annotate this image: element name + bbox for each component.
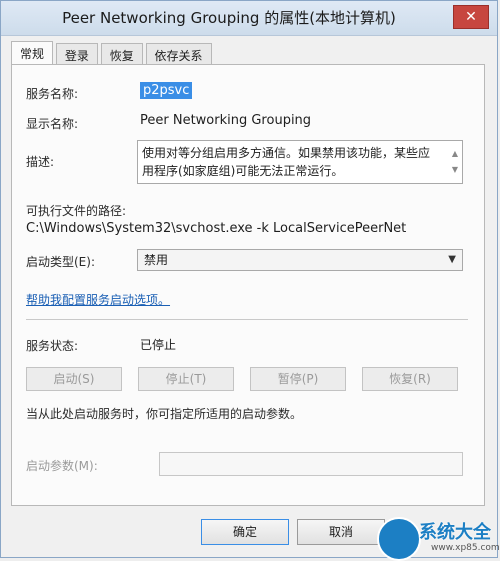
startup-type-value: 禁用 (144, 253, 169, 267)
display-name-value[interactable]: Peer Networking Grouping (140, 113, 311, 128)
service-name-value[interactable]: p2psvc (140, 82, 193, 99)
start-params-hint: 当从此处启动服务时，你可指定所适用的启动参数。 (26, 407, 303, 421)
window-title: Peer Networking Grouping 的属性(本地计算机) (62, 9, 396, 27)
title-bar: Peer Networking Grouping 的属性(本地计算机) ✕ (1, 1, 497, 36)
startup-type-label: 启动类型(E): (26, 255, 95, 269)
description-box[interactable]: 使用对等分组启用多方通信。如果禁用该功能，某些应用程序(如家庭组)可能无法正常运… (137, 140, 463, 184)
chevron-down-icon: ▼ (448, 254, 456, 265)
startup-type-select[interactable]: 禁用 ▼ (137, 249, 463, 271)
properties-dialog: Peer Networking Grouping 的属性(本地计算机) ✕ 常规… (0, 0, 500, 561)
description-text: 使用对等分组启用多方通信。如果禁用该功能，某些应用程序(如家庭组)可能无法正常运… (142, 146, 431, 178)
start-params-input[interactable] (159, 452, 463, 476)
cancel-button[interactable]: 取消 (297, 519, 385, 545)
site-watermark: 系统大全 www.xp85.com (373, 515, 500, 561)
pause-button[interactable]: 暂停(P) (250, 367, 346, 391)
service-status-label: 服务状态: (26, 339, 79, 353)
service-status-value: 已停止 (140, 338, 177, 352)
stop-button[interactable]: 停止(T) (138, 367, 234, 391)
service-name-text: p2psvc (140, 82, 193, 99)
description-label: 描述: (26, 155, 55, 169)
start-button[interactable]: 启动(S) (26, 367, 122, 391)
general-tab-panel: 服务名称: p2psvc 显示名称: Peer Networking Group… (11, 64, 485, 506)
ok-button[interactable]: 确定 (201, 519, 289, 545)
watermark-url: www.xp85.com (431, 543, 500, 553)
display-name-label: 显示名称: (26, 117, 79, 131)
exe-path-label: 可执行文件的路径: (26, 204, 127, 218)
close-button[interactable]: ✕ (453, 5, 489, 29)
service-name-label: 服务名称: (26, 87, 79, 101)
exe-path-value: C:\Windows\System32\svchost.exe -k Local… (26, 221, 407, 236)
help-configure-link[interactable]: 帮助我配置服务启动选项。 (26, 291, 170, 308)
start-params-label: 启动参数(M): (26, 459, 98, 473)
watermark-text: 系统大全 (419, 522, 491, 543)
tab-strip: 常规 登录 恢复 依存关系 (11, 41, 212, 67)
divider (26, 319, 468, 320)
scroll-down-arrow-icon[interactable]: ▼ (452, 161, 458, 179)
watermark-logo-icon (377, 517, 421, 561)
resume-button[interactable]: 恢复(R) (362, 367, 458, 391)
